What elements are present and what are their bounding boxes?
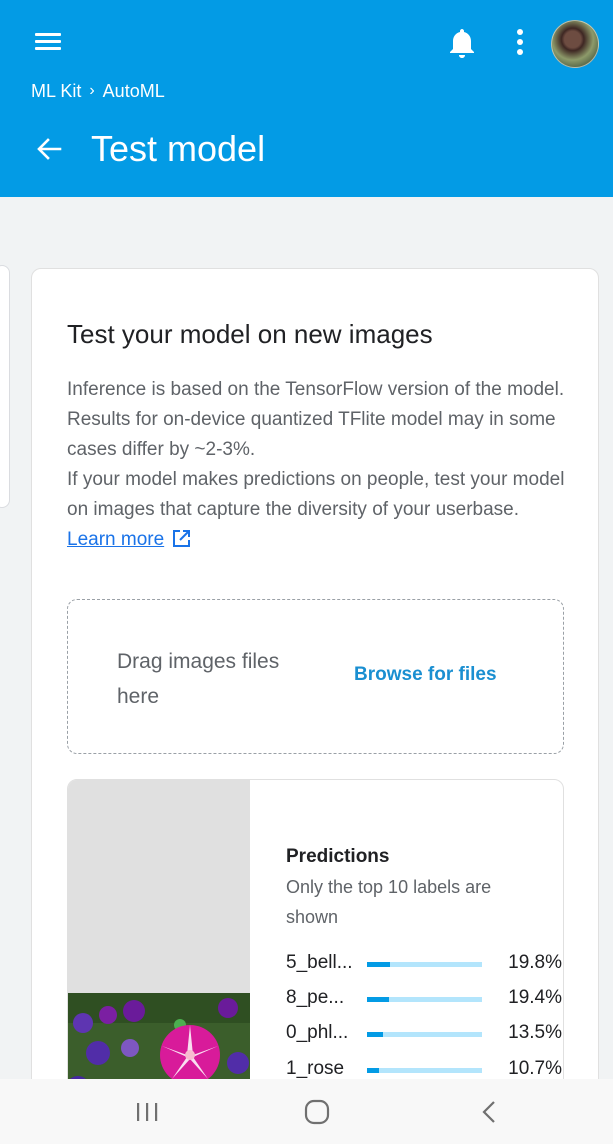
prediction-value: 19.4%	[508, 987, 562, 1008]
diversity-note: If your model makes predictions on peopl…	[67, 465, 567, 558]
home-icon[interactable]	[297, 1097, 337, 1127]
prediction-bar	[367, 962, 482, 967]
prediction-bar	[367, 1068, 482, 1073]
prediction-row: 0_phl... 13.5%	[286, 1022, 563, 1046]
card-description: Inference is based on the TensorFlow ver…	[67, 375, 567, 558]
breadcrumb-ml-kit[interactable]: ML Kit	[31, 81, 81, 102]
recents-icon[interactable]	[127, 1097, 167, 1127]
prediction-bar	[367, 1032, 482, 1037]
page-title: Test model	[91, 128, 266, 169]
prediction-bar-fill	[367, 1032, 383, 1037]
prediction-row: 5_bell... 19.8%	[286, 952, 563, 976]
prediction-label: 5_bell...	[286, 952, 353, 973]
system-nav-bar	[0, 1079, 613, 1144]
dropzone-text: Drag images files here	[117, 650, 280, 708]
card-title: Test your model on new images	[67, 319, 433, 349]
hamburger-menu-icon[interactable]	[33, 28, 63, 54]
prediction-label: 0_phl...	[286, 1022, 349, 1043]
bell-icon[interactable]	[446, 26, 478, 60]
prediction-value: 10.7%	[508, 1058, 562, 1079]
prediction-result-card: Predictions Only the top 10 labels are s…	[67, 779, 564, 1097]
test-model-card: Test your model on new images Inference …	[31, 268, 599, 1098]
predictions-subtitle: Only the top 10 labels are shown	[286, 877, 492, 927]
prediction-bar-fill	[367, 1068, 380, 1073]
predictions-title: Predictions	[286, 846, 390, 867]
breadcrumb-separator: ›	[89, 82, 95, 99]
open-in-new-icon[interactable]	[172, 528, 191, 558]
offscreen-card-edge	[0, 265, 10, 508]
arrow-back-icon[interactable]	[34, 132, 64, 166]
breadcrumb: ML Kit › AutoML	[31, 80, 165, 102]
avatar[interactable]	[551, 20, 599, 68]
test-image-panel	[68, 780, 250, 1097]
learn-more-link[interactable]: Learn more	[67, 529, 164, 550]
prediction-label: 8_pe...	[286, 987, 345, 1008]
prediction-row: 8_pe... 19.4%	[286, 987, 563, 1011]
breadcrumb-automl[interactable]: AutoML	[103, 81, 165, 102]
browse-files-button[interactable]: Browse for files	[354, 664, 497, 686]
diversity-note-text: If your model makes predictions on peopl…	[67, 469, 565, 520]
prediction-label: 1_rose	[286, 1058, 345, 1079]
more-vert-icon[interactable]	[507, 26, 533, 60]
prediction-bar-fill	[367, 962, 390, 967]
app-bar: ML Kit › AutoML Test model	[0, 0, 613, 197]
image-dropzone[interactable]: Drag images files here Browse for files	[67, 599, 564, 754]
top-toolbar	[0, 0, 613, 80]
prediction-bar	[367, 997, 482, 1002]
prediction-value: 19.8%	[508, 952, 562, 973]
inference-note: Inference is based on the TensorFlow ver…	[67, 379, 565, 460]
prediction-bar-fill	[367, 997, 390, 1002]
nav-back-icon[interactable]	[469, 1097, 509, 1127]
prediction-value: 13.5%	[508, 1022, 562, 1043]
